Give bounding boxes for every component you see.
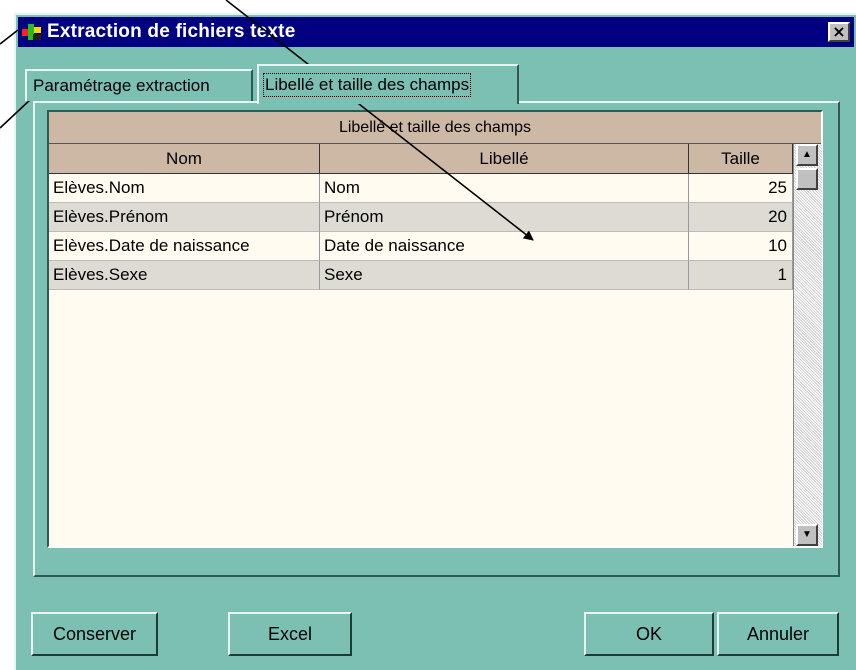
cell-nom[interactable]: Elèves.Date de naissance <box>49 232 320 261</box>
title-bar[interactable]: Extraction de fichiers texte × <box>18 17 854 47</box>
column-header-nom[interactable]: Nom <box>49 144 320 174</box>
annuler-button[interactable]: Annuler <box>717 612 839 656</box>
excel-button[interactable]: Excel <box>228 612 352 656</box>
vertical-scrollbar[interactable]: ▲ ▼ <box>793 144 822 546</box>
app-icon <box>21 21 43 43</box>
tab-libelle-taille[interactable]: Libellé et taille des champs <box>257 64 519 104</box>
cell-nom[interactable]: Elèves.Sexe <box>49 261 320 290</box>
cell-taille[interactable]: 25 <box>689 174 793 203</box>
column-header-libelle[interactable]: Libellé <box>320 144 689 174</box>
column-header-taille[interactable]: Taille <box>689 144 793 174</box>
close-button[interactable]: × <box>828 22 850 42</box>
cell-libelle[interactable]: Sexe <box>320 261 689 290</box>
scroll-up-button[interactable]: ▲ <box>796 144 818 166</box>
conserver-button[interactable]: Conserver <box>31 612 158 656</box>
cell-taille[interactable]: 10 <box>689 232 793 261</box>
ok-button[interactable]: OK <box>584 612 714 656</box>
scroll-down-button[interactable]: ▼ <box>796 524 818 546</box>
table-row[interactable]: Elèves.Prénom Prénom 20 <box>49 203 793 232</box>
scroll-thumb[interactable] <box>796 168 818 190</box>
cell-libelle[interactable]: Date de naissance <box>320 232 689 261</box>
cell-nom[interactable]: Elèves.Nom <box>49 174 320 203</box>
scroll-up-icon: ▲ <box>802 149 812 160</box>
cell-nom[interactable]: Elèves.Prénom <box>49 203 320 232</box>
tab-parametrage-extraction[interactable]: Paramétrage extraction <box>25 69 253 101</box>
table-row[interactable]: Elèves.Nom Nom 25 <box>49 174 793 203</box>
close-icon: × <box>832 22 846 41</box>
cell-libelle[interactable]: Prénom <box>320 203 689 232</box>
table-row[interactable]: Elèves.Sexe Sexe 1 <box>49 261 793 290</box>
table-row[interactable]: Elèves.Date de naissance Date de naissan… <box>49 232 793 261</box>
scroll-down-icon: ▼ <box>802 529 812 540</box>
window-title: Extraction de fichiers texte <box>47 21 296 42</box>
tab-label: Libellé et taille des champs <box>262 73 472 97</box>
tab-label: Paramétrage extraction <box>33 76 210 95</box>
cell-taille[interactable]: 1 <box>689 261 793 290</box>
fields-grid[interactable]: Libellé et taille des champs Nom Libellé… <box>47 110 823 548</box>
cell-taille[interactable]: 20 <box>689 203 793 232</box>
grid-caption: Libellé et taille des champs <box>49 112 821 144</box>
cell-libelle[interactable]: Nom <box>320 174 689 203</box>
